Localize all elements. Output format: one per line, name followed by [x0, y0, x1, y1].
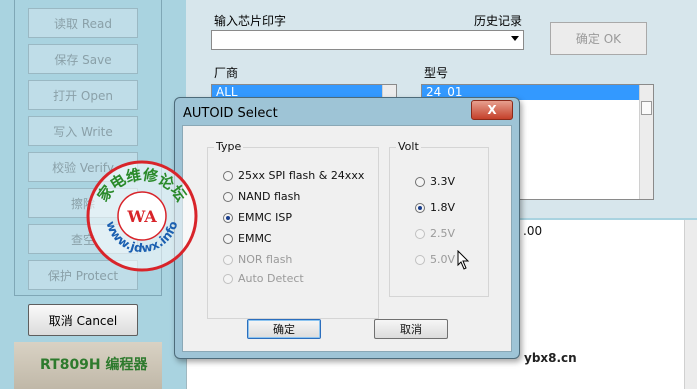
radio-circle-icon: [223, 254, 233, 265]
radio-label: 2.5V: [430, 227, 456, 240]
log-scrollbar[interactable]: [684, 220, 697, 389]
radio-circle-icon: [415, 228, 425, 239]
watermark-logo-text: WA: [126, 207, 157, 226]
radio-selected-icon: [223, 212, 233, 223]
radio-25xx-spi[interactable]: 25xx SPI flash & 24xxx: [223, 169, 364, 182]
radio-2v5: 2.5V: [415, 227, 455, 240]
radio-label: 1.8V: [430, 201, 456, 214]
radio-circle-icon: [415, 176, 425, 187]
mouse-cursor-icon: [457, 250, 470, 270]
save-button[interactable]: 保存 Save: [28, 44, 138, 74]
radio-circle-icon: [415, 254, 425, 265]
dialog-title: AUTOID Select: [183, 106, 278, 121]
ok-button[interactable]: 确定 OK: [550, 22, 647, 55]
radio-5v0: 5.0V: [415, 253, 455, 266]
vendor-label: 厂商: [214, 66, 239, 80]
radio-emmc[interactable]: EMMC: [223, 232, 272, 245]
radio-circle-icon: [223, 191, 233, 202]
open-button[interactable]: 打开 Open: [28, 80, 138, 110]
site-watermark: ybx8.cn: [524, 351, 577, 365]
radio-auto-detect: Auto Detect: [223, 272, 304, 285]
radio-label: Auto Detect: [238, 272, 304, 285]
radio-label: 3.3V: [430, 175, 456, 188]
autoid-select-dialog: AUTOID Select X Type 25xx SPI flash & 24…: [174, 97, 520, 359]
radio-1v8[interactable]: 1.8V: [415, 201, 455, 214]
radio-circle-icon: [223, 233, 233, 244]
read-button[interactable]: 读取 Read: [28, 8, 138, 38]
forum-watermark-logo: 家电维修论坛 www.jdwx.info WA: [86, 160, 198, 272]
model-label: 型号: [424, 66, 449, 80]
write-button[interactable]: 写入 Write: [28, 116, 138, 146]
radio-label: EMMC ISP: [238, 211, 292, 224]
radio-selected-icon: [415, 202, 425, 213]
chip-marking-label: 输入芯片印字: [214, 14, 287, 28]
history-label: 历史记录: [474, 14, 523, 28]
radio-nand-flash[interactable]: NAND flash: [223, 190, 300, 203]
device-image: RT809H 编程器: [14, 342, 162, 389]
radio-label: EMMC: [238, 232, 272, 245]
volt-group: Volt 3.3V 1.8V 2.5V 5.0V: [389, 140, 489, 297]
radio-label: NAND flash: [238, 190, 301, 203]
close-button[interactable]: X: [471, 100, 513, 120]
dialog-ok-button[interactable]: 确定: [247, 319, 321, 339]
type-group-label: Type: [214, 140, 244, 153]
radio-label: NOR flash: [238, 253, 293, 266]
radio-3v3[interactable]: 3.3V: [415, 175, 455, 188]
type-group: Type 25xx SPI flash & 24xxx NAND flash E…: [207, 140, 379, 319]
radio-nor-flash: NOR flash: [223, 253, 292, 266]
radio-label: 5.0V: [430, 253, 456, 266]
model-scroll-thumb[interactable]: [641, 101, 652, 115]
radio-circle-icon: [223, 273, 233, 284]
radio-label: 25xx SPI flash & 24xxx: [238, 169, 365, 182]
chevron-down-icon[interactable]: [511, 36, 519, 41]
dialog-body: Type 25xx SPI flash & 24xxx NAND flash E…: [182, 125, 512, 352]
device-label: RT809H 编程器: [40, 357, 148, 373]
volt-group-label: Volt: [396, 140, 421, 153]
log-fragment: .00: [523, 224, 543, 238]
dialog-cancel-button[interactable]: 取消: [374, 319, 448, 339]
radio-emmc-isp[interactable]: EMMC ISP: [223, 211, 292, 224]
cancel-button[interactable]: 取消 Cancel: [28, 304, 138, 336]
radio-circle-icon: [223, 170, 233, 181]
chip-marking-combobox[interactable]: [211, 30, 524, 50]
model-scrollbar[interactable]: [639, 85, 653, 199]
